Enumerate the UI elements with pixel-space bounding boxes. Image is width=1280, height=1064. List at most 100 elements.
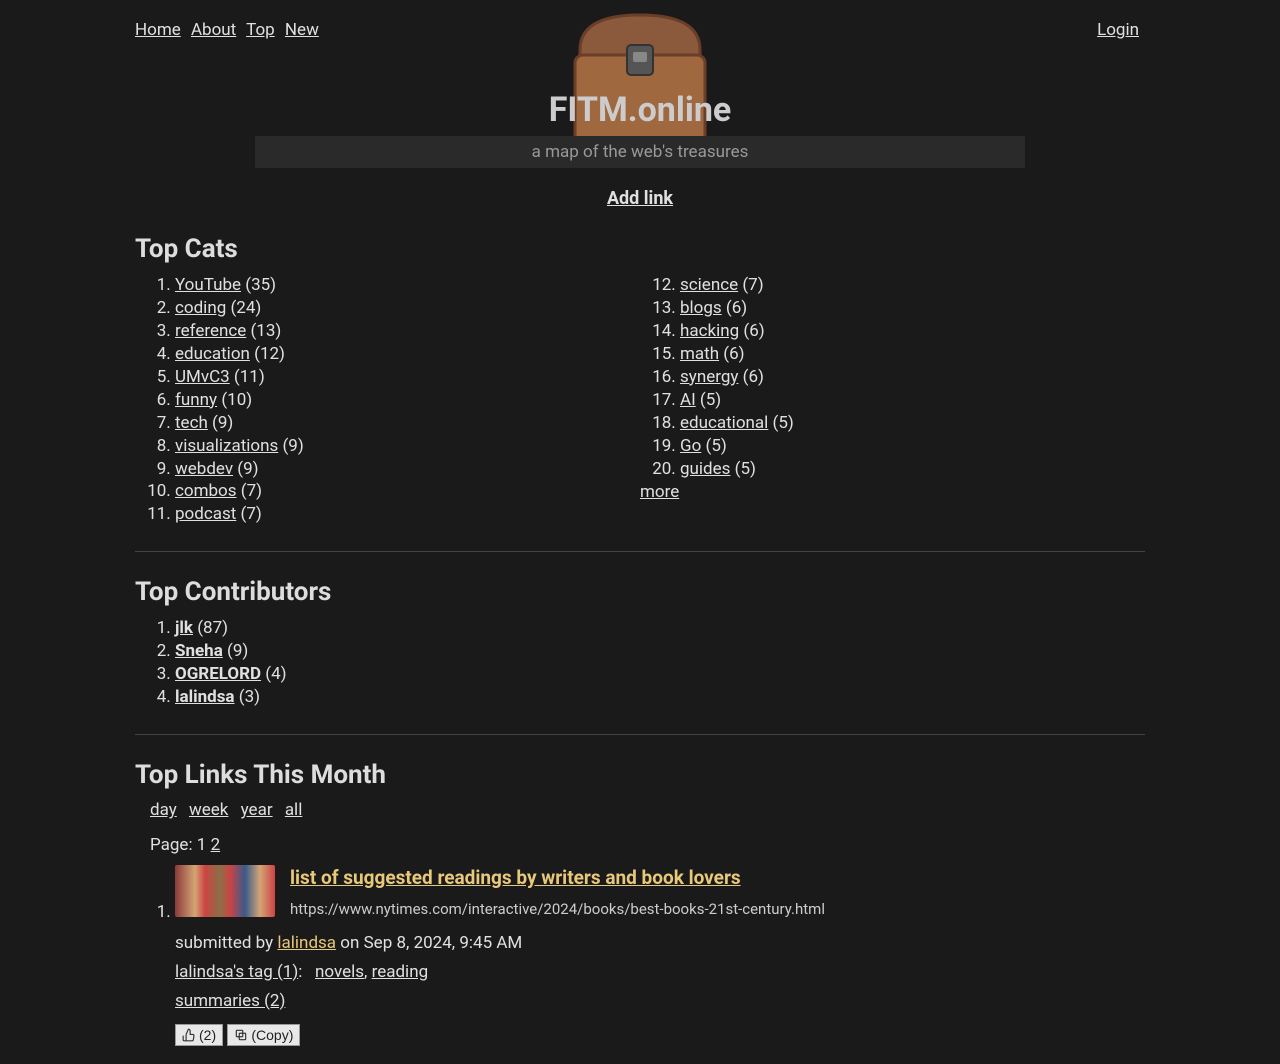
cat-count: (6) xyxy=(739,321,765,341)
cat-count: (6) xyxy=(722,298,748,318)
add-link[interactable]: Add link xyxy=(607,188,673,209)
top-cats-heading: Top Cats xyxy=(135,234,1145,264)
cat-item: educational (5) xyxy=(680,412,1145,435)
cat-item: synergy (6) xyxy=(680,366,1145,389)
cat-link[interactable]: math xyxy=(680,344,719,364)
like-count: (2) xyxy=(199,1027,216,1043)
cat-item: guides (5) xyxy=(680,458,1145,481)
cat-count: (9) xyxy=(278,436,304,456)
cat-link[interactable]: education xyxy=(175,344,250,364)
more-cats-link[interactable]: more xyxy=(640,482,679,502)
like-button[interactable]: (2) xyxy=(175,1024,223,1046)
user-tag-link[interactable]: lalindsa's tag (1) xyxy=(175,962,298,982)
divider xyxy=(135,551,1145,552)
contributor-count: (4) xyxy=(261,664,287,684)
cat-link[interactable]: hacking xyxy=(680,321,739,341)
cat-item: Go (5) xyxy=(680,435,1145,458)
contributor-item: jlk (87) xyxy=(175,617,1145,640)
cat-link[interactable]: reference xyxy=(175,321,246,341)
copy-label: (Copy) xyxy=(251,1027,293,1043)
cat-link[interactable]: blogs xyxy=(680,298,722,318)
cat-link[interactable]: synergy xyxy=(680,367,738,387)
page-label: Page: xyxy=(150,835,193,855)
cat-item: combos (7) xyxy=(175,480,640,503)
contributor-count: (87) xyxy=(193,618,228,638)
contributor-link[interactable]: lalindsa xyxy=(175,687,235,707)
cat-item: AI (5) xyxy=(680,389,1145,412)
cat-item: YouTube (35) xyxy=(175,274,640,297)
contributor-link[interactable]: jlk xyxy=(175,618,193,638)
tag-novels[interactable]: novels xyxy=(315,962,364,982)
contributor-count: (9) xyxy=(223,641,249,661)
tag-reading[interactable]: reading xyxy=(372,962,429,982)
cat-link[interactable]: educational xyxy=(680,413,768,433)
cat-link[interactable]: YouTube xyxy=(175,275,241,295)
cat-link[interactable]: funny xyxy=(175,390,217,410)
submitter-link[interactable]: lalindsa xyxy=(277,933,336,953)
cat-link[interactable]: podcast xyxy=(175,504,236,524)
cat-count: (35) xyxy=(241,275,276,295)
cat-item: science (7) xyxy=(680,274,1145,297)
cat-count: (5) xyxy=(768,413,794,433)
cat-count: (9) xyxy=(233,459,259,479)
cat-item: math (6) xyxy=(680,343,1145,366)
cat-count: (11) xyxy=(230,367,265,387)
top-links-heading: Top Links This Month xyxy=(135,760,1145,790)
submitted-date: on Sep 8, 2024, 9:45 AM xyxy=(340,933,522,953)
link-item: list of suggested readings by writers an… xyxy=(175,865,1145,1049)
cat-item: blogs (6) xyxy=(680,297,1145,320)
cat-count: (6) xyxy=(719,344,745,364)
cat-count: (5) xyxy=(696,390,722,410)
cat-count: (7) xyxy=(236,504,262,524)
divider xyxy=(135,734,1145,735)
cat-item: reference (13) xyxy=(175,320,640,343)
pagination: Page: 1 2 xyxy=(135,835,1145,855)
cat-count: (7) xyxy=(738,275,764,295)
cat-link[interactable]: AI xyxy=(680,390,696,410)
cat-item: education (12) xyxy=(175,343,640,366)
link-thumbnail xyxy=(175,865,275,917)
cat-link[interactable]: combos xyxy=(175,481,237,501)
cat-item: webdev (9) xyxy=(175,458,640,481)
cat-count: (24) xyxy=(226,298,261,318)
page-current: 1 xyxy=(197,835,207,855)
site-title: FITM.online xyxy=(135,90,1145,130)
contributor-link[interactable]: OGRELORD xyxy=(175,664,261,684)
contributor-item: lalindsa (3) xyxy=(175,686,1145,709)
contributor-link[interactable]: Sneha xyxy=(175,641,223,661)
period-year[interactable]: year xyxy=(241,800,273,820)
period-week[interactable]: week xyxy=(189,800,228,820)
cat-count: (7) xyxy=(237,481,263,501)
cat-item: UMvC3 (11) xyxy=(175,366,640,389)
link-url: https://www.nytimes.com/interactive/2024… xyxy=(290,899,825,919)
cat-link[interactable]: Go xyxy=(680,436,701,456)
thumbs-up-icon xyxy=(182,1028,196,1042)
copy-button[interactable]: (Copy) xyxy=(227,1024,300,1046)
cat-link[interactable]: coding xyxy=(175,298,226,318)
contributor-count: (3) xyxy=(235,687,261,707)
cat-item: funny (10) xyxy=(175,389,640,412)
period-all[interactable]: all xyxy=(285,800,303,820)
submitted-by-label: submitted by xyxy=(175,933,273,953)
cat-link[interactable]: guides xyxy=(680,459,730,479)
cat-count: (6) xyxy=(738,367,764,387)
cat-item: podcast (7) xyxy=(175,503,640,526)
link-title[interactable]: list of suggested readings by writers an… xyxy=(290,866,741,889)
summaries-link[interactable]: summaries (2) xyxy=(175,991,285,1011)
cat-count: (10) xyxy=(217,390,252,410)
cat-item: coding (24) xyxy=(175,297,640,320)
cat-count: (9) xyxy=(208,413,234,433)
cat-item: visualizations (9) xyxy=(175,435,640,458)
cat-item: hacking (6) xyxy=(680,320,1145,343)
cat-link[interactable]: tech xyxy=(175,413,208,433)
cat-link[interactable]: UMvC3 xyxy=(175,367,230,387)
period-filter: day week year all xyxy=(135,800,1145,820)
cat-count: (12) xyxy=(250,344,285,364)
cat-link[interactable]: science xyxy=(680,275,738,295)
copy-icon xyxy=(234,1028,248,1042)
period-day[interactable]: day xyxy=(150,800,177,820)
cat-link[interactable]: webdev xyxy=(175,459,233,479)
page-2-link[interactable]: 2 xyxy=(211,835,221,855)
cat-link[interactable]: visualizations xyxy=(175,436,278,456)
cat-item: tech (9) xyxy=(175,412,640,435)
